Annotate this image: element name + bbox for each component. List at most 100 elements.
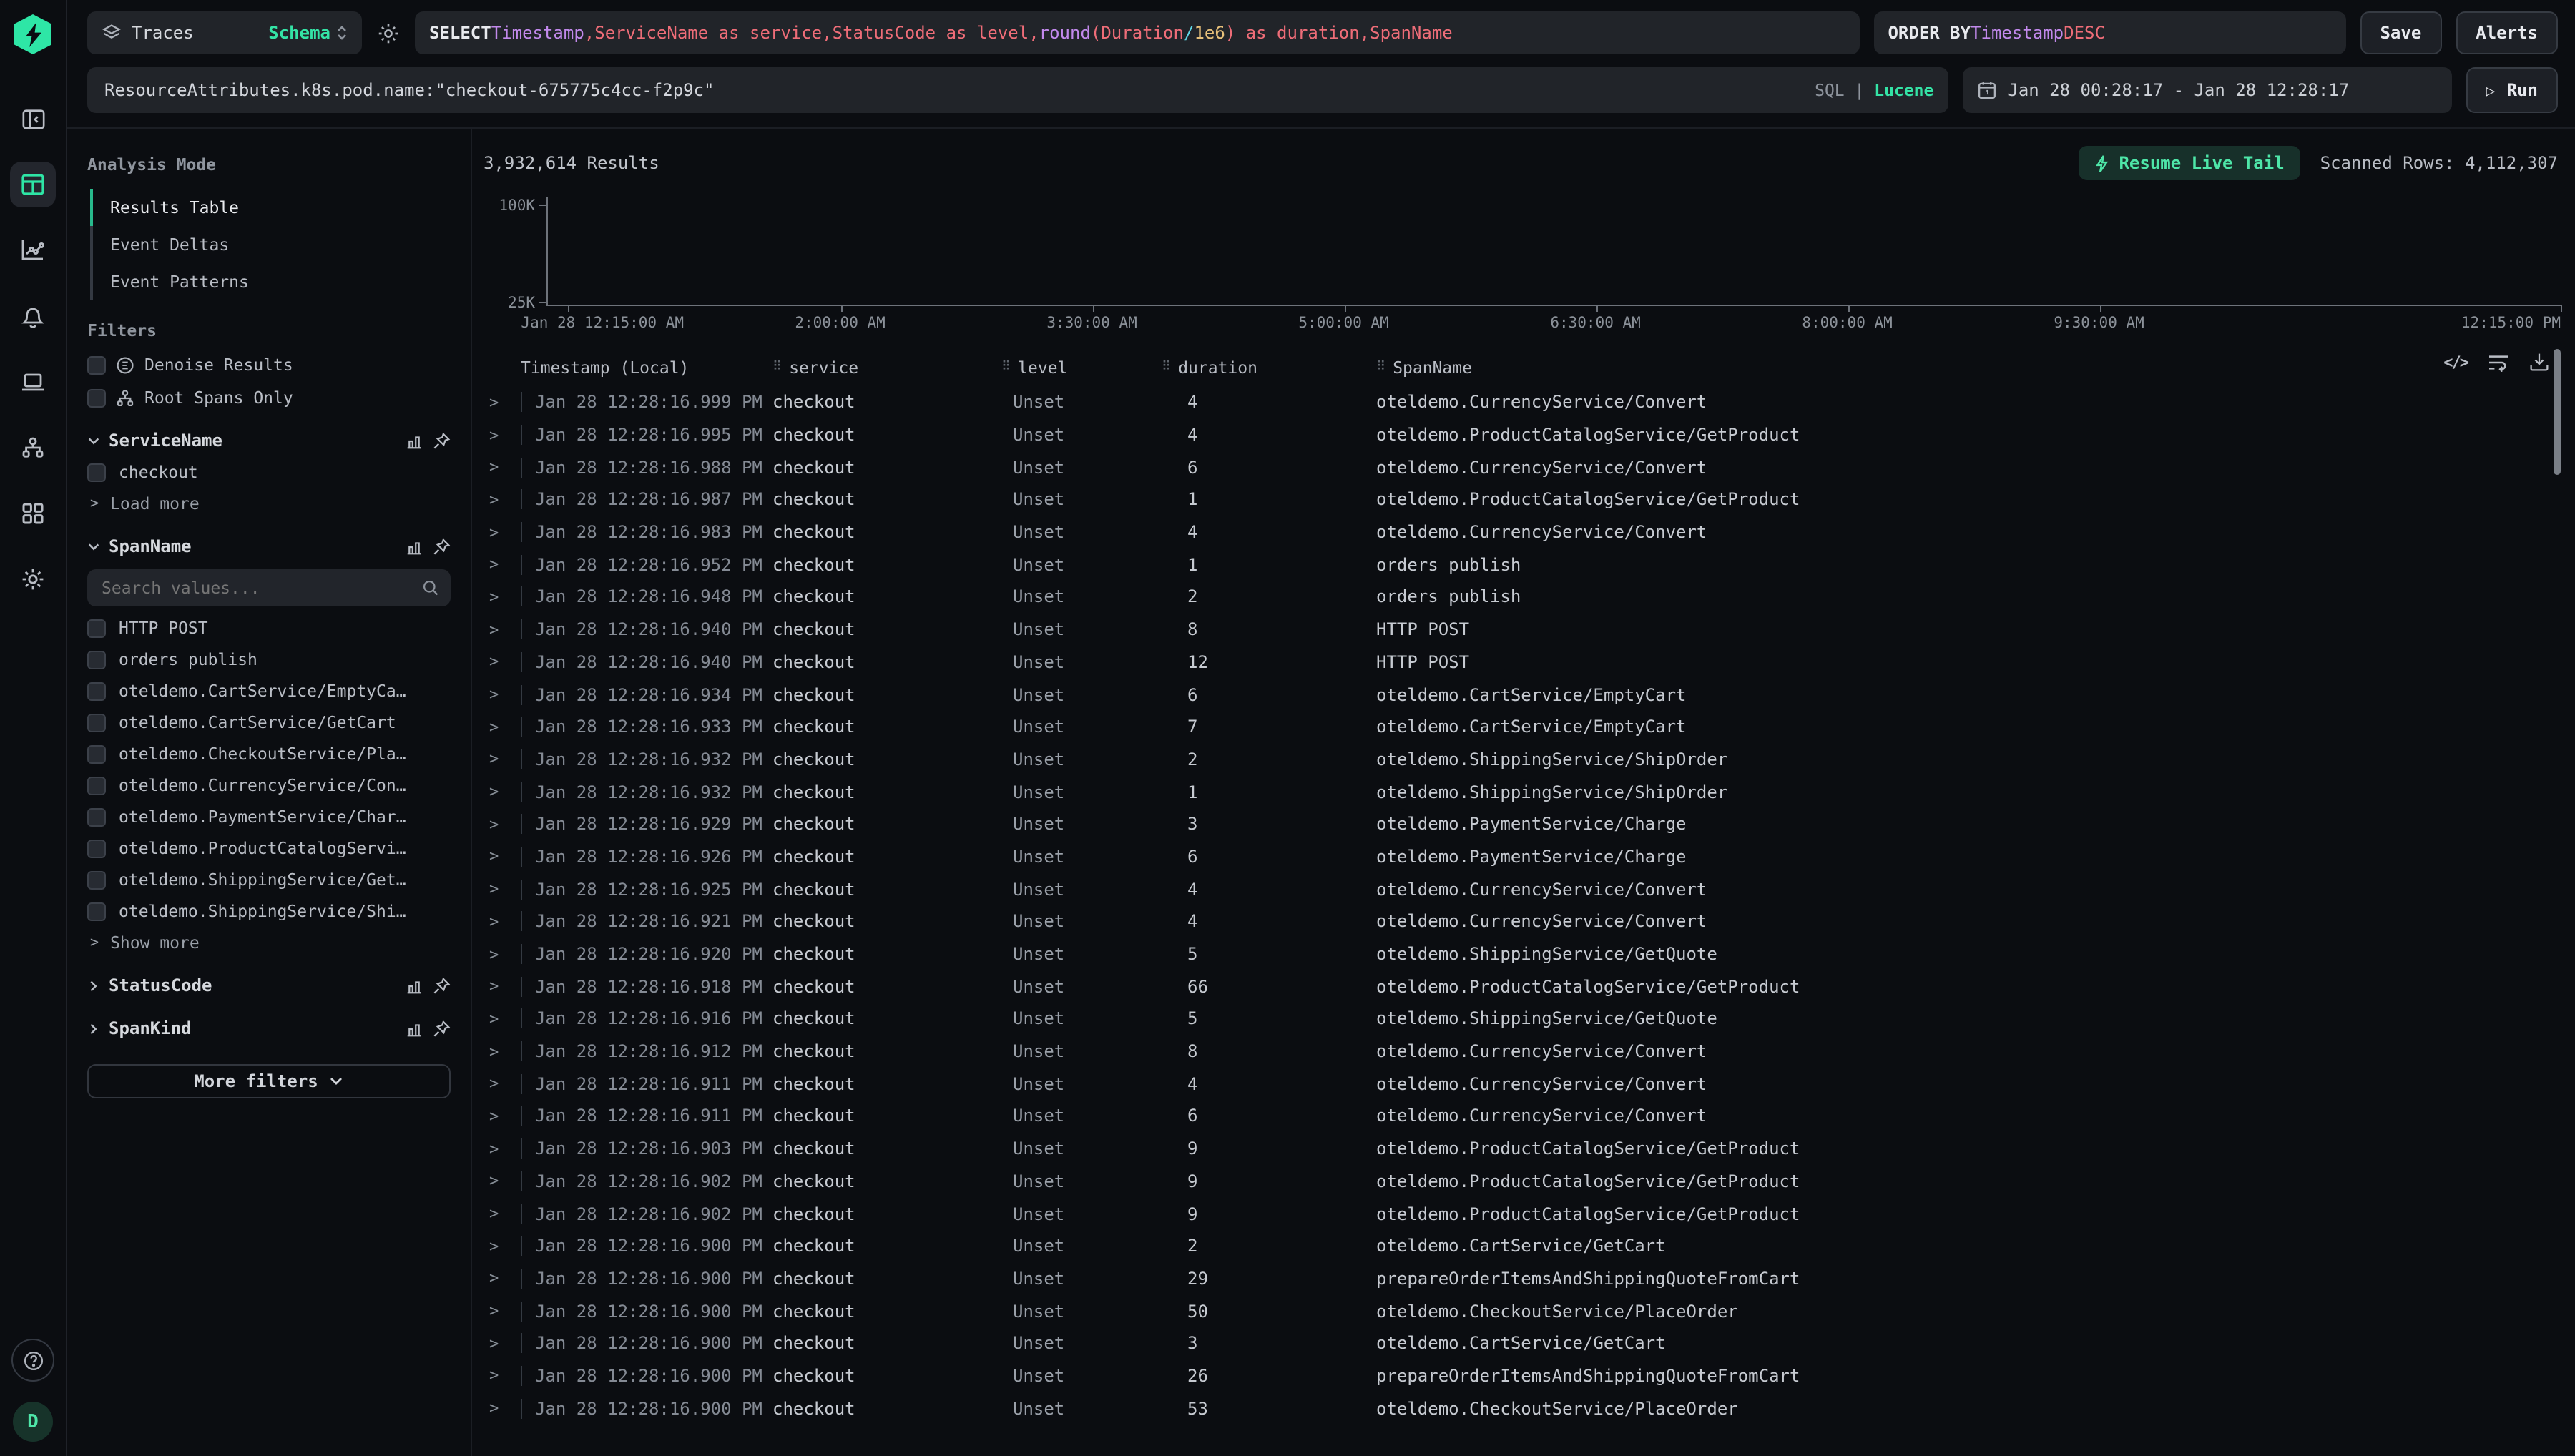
row-expand-chevron[interactable]: >	[484, 685, 521, 704]
chart-values-icon[interactable]	[405, 1019, 423, 1038]
table-row[interactable]: >Jan 28 12:28:16.902 PMcheckoutUnset9ote…	[484, 1165, 2561, 1197]
row-expand-chevron[interactable]: >	[484, 1010, 521, 1028]
order-by-editor[interactable]: ORDER BY Timestamp DESC	[1873, 11, 2345, 54]
row-expand-chevron[interactable]: >	[484, 1367, 521, 1385]
denoise-results-toggle[interactable]: Denoise Results	[87, 355, 451, 375]
row-expand-chevron[interactable]: >	[484, 750, 521, 769]
analysis-mode-results-table[interactable]: Results Table	[93, 189, 451, 226]
help-button[interactable]	[11, 1339, 54, 1382]
table-row[interactable]: >Jan 28 12:28:16.929 PMcheckoutUnset3ote…	[484, 808, 2561, 840]
row-expand-chevron[interactable]: >	[484, 717, 521, 736]
filter-option[interactable]: oteldemo.CheckoutService/Pla…	[87, 744, 451, 764]
column-header-level[interactable]: ⠿level	[1001, 358, 1162, 378]
user-avatar[interactable]: D	[13, 1402, 53, 1442]
column-header-spanname[interactable]: ⠿SpanName	[1376, 358, 2438, 378]
hyperdx-logo-icon[interactable]	[14, 14, 52, 54]
row-expand-chevron[interactable]: >	[484, 1269, 521, 1288]
table-row[interactable]: >Jan 28 12:28:16.911 PMcheckoutUnset4ote…	[484, 1068, 2561, 1100]
table-row[interactable]: >Jan 28 12:28:16.900 PMcheckoutUnset2ote…	[484, 1230, 2561, 1262]
row-expand-chevron[interactable]: >	[484, 815, 521, 834]
pin-icon[interactable]	[432, 431, 451, 450]
table-row[interactable]: >Jan 28 12:28:16.911 PMcheckoutUnset6ote…	[484, 1100, 2561, 1132]
row-expand-chevron[interactable]: >	[484, 653, 521, 672]
filter-option[interactable]: oteldemo.ShippingService/Get…	[87, 870, 451, 890]
column-drag-grip-icon[interactable]: ⠿	[772, 360, 782, 375]
column-drag-grip-icon[interactable]: ⠿	[1001, 360, 1011, 375]
filter-option-checkbox[interactable]	[87, 776, 106, 795]
root-spans-checkbox[interactable]	[87, 388, 106, 407]
filter-option-checkbox[interactable]	[87, 463, 106, 481]
analysis-mode-event-deltas[interactable]: Event Deltas	[93, 226, 451, 263]
row-expand-chevron[interactable]: >	[484, 1075, 521, 1093]
filter-option-checkbox[interactable]	[87, 839, 106, 857]
query-settings-gear-icon[interactable]	[376, 11, 401, 54]
more-filters-button[interactable]: More filters	[87, 1064, 451, 1098]
table-row[interactable]: >Jan 28 12:28:16.988 PMcheckoutUnset6ote…	[484, 451, 2561, 483]
row-expand-chevron[interactable]: >	[484, 1236, 521, 1255]
table-row[interactable]: >Jan 28 12:28:16.900 PMcheckoutUnset53ot…	[484, 1392, 2561, 1425]
nav-alerts-bell-icon[interactable]	[10, 293, 56, 339]
table-row[interactable]: >Jan 28 12:28:16.952 PMcheckoutUnset1ord…	[484, 549, 2561, 581]
table-row[interactable]: >Jan 28 12:28:16.920 PMcheckoutUnset5ote…	[484, 938, 2561, 970]
row-expand-chevron[interactable]: >	[484, 426, 521, 444]
schema-select[interactable]: Schema	[268, 23, 348, 43]
filter-option-checkbox[interactable]	[87, 807, 106, 826]
table-row[interactable]: >Jan 28 12:28:16.926 PMcheckoutUnset6ote…	[484, 840, 2561, 872]
table-scrollbar-thumb[interactable]	[2554, 349, 2561, 475]
histogram-plot[interactable]	[546, 197, 2561, 306]
row-expand-chevron[interactable]: >	[484, 1302, 521, 1320]
load-more-link[interactable]: >Load more	[90, 493, 451, 513]
table-row[interactable]: >Jan 28 12:28:16.912 PMcheckoutUnset8ote…	[484, 1036, 2561, 1068]
row-expand-chevron[interactable]: >	[484, 977, 521, 995]
filter-option-checkbox[interactable]	[87, 870, 106, 889]
date-range-picker[interactable]: Jan 28 00:28:17 - Jan 28 12:28:17	[1962, 67, 2451, 113]
pin-icon[interactable]	[432, 1019, 451, 1038]
denoise-checkbox[interactable]	[87, 355, 106, 374]
row-expand-chevron[interactable]: >	[484, 1399, 521, 1417]
root-spans-toggle[interactable]: Root Spans Only	[87, 388, 451, 408]
analysis-mode-event-patterns[interactable]: Event Patterns	[93, 263, 451, 300]
filter-option-checkbox[interactable]	[87, 619, 106, 637]
filter-option-checkbox[interactable]	[87, 682, 106, 700]
column-header-service[interactable]: ⠿service	[772, 358, 1001, 378]
collapse-sidebar-icon[interactable]	[10, 96, 56, 142]
row-expand-chevron[interactable]: >	[484, 1139, 521, 1158]
table-row[interactable]: >Jan 28 12:28:16.940 PMcheckoutUnset8HTT…	[484, 614, 2561, 646]
column-drag-grip-icon[interactable]: ⠿	[1376, 360, 1385, 375]
nav-services-hierarchy-icon[interactable]	[10, 425, 56, 471]
lang-sql[interactable]: SQL	[1815, 80, 1845, 100]
row-expand-chevron[interactable]: >	[484, 782, 521, 801]
row-expand-chevron[interactable]: >	[484, 620, 521, 639]
filter-option-checkbox[interactable]	[87, 713, 106, 732]
spanname-header[interactable]: SpanName	[87, 536, 451, 556]
table-row[interactable]: >Jan 28 12:28:16.933 PMcheckoutUnset7ote…	[484, 711, 2561, 743]
row-expand-chevron[interactable]: >	[484, 1042, 521, 1061]
column-drag-grip-icon[interactable]: ⠿	[1162, 360, 1171, 375]
row-expand-chevron[interactable]: >	[484, 945, 521, 963]
chart-values-icon[interactable]	[405, 431, 423, 450]
table-row[interactable]: >Jan 28 12:28:16.900 PMcheckoutUnset29pr…	[484, 1262, 2561, 1294]
download-icon[interactable]	[2529, 352, 2549, 372]
row-expand-chevron[interactable]: >	[484, 913, 521, 931]
source-select[interactable]: Traces Schema	[87, 11, 362, 54]
table-row[interactable]: >Jan 28 12:28:16.999 PMcheckoutUnset4ote…	[484, 386, 2561, 418]
view-source-icon[interactable]: </>	[2443, 353, 2468, 371]
row-expand-chevron[interactable]: >	[484, 491, 521, 509]
show-more-link[interactable]: >Show more	[90, 933, 451, 953]
pin-icon[interactable]	[432, 537, 451, 556]
language-toggle[interactable]: SQL | Lucene	[1815, 80, 1933, 100]
table-row[interactable]: >Jan 28 12:28:16.900 PMcheckoutUnset26pr…	[484, 1359, 2561, 1392]
search-input[interactable]	[102, 79, 1803, 102]
lang-lucene[interactable]: Lucene	[1874, 80, 1933, 100]
chart-values-icon[interactable]	[405, 537, 423, 556]
nav-table-explorer-icon[interactable]	[10, 162, 56, 207]
table-row[interactable]: >Jan 28 12:28:16.932 PMcheckoutUnset1ote…	[484, 776, 2561, 808]
row-expand-chevron[interactable]: >	[484, 1334, 521, 1353]
table-row[interactable]: >Jan 28 12:28:16.900 PMcheckoutUnset50ot…	[484, 1295, 2561, 1327]
filter-option[interactable]: oteldemo.ShippingService/Shi…	[87, 901, 451, 921]
row-expand-chevron[interactable]: >	[484, 1107, 521, 1126]
statuscode-header[interactable]: StatusCode	[87, 975, 451, 995]
alerts-button[interactable]: Alerts	[2456, 11, 2558, 54]
nav-sessions-laptop-icon[interactable]	[10, 359, 56, 405]
nav-chart-explorer-icon[interactable]	[10, 227, 56, 273]
